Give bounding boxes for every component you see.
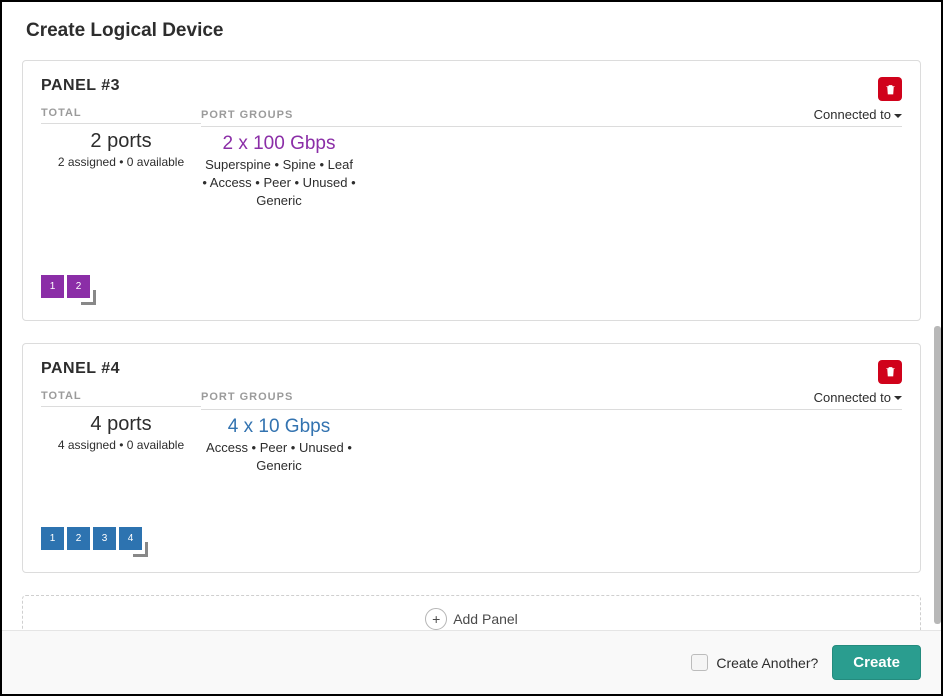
trash-icon — [884, 83, 897, 96]
ports-count: 2 ports — [41, 130, 201, 153]
port-cell[interactable]: 3 — [93, 527, 116, 550]
create-another-label: Create Another? — [716, 655, 818, 671]
create-another-checkbox[interactable] — [691, 654, 708, 671]
connected-to-label: Connected to — [814, 390, 891, 405]
modal-footer: Create Another? Create — [2, 630, 941, 694]
panel-card-3: PANEL #3 TOTAL 2 ports 2 assigned • 0 av… — [22, 60, 921, 321]
port-group-speed: 4 x 10 Gbps — [201, 416, 357, 438]
port-group-tags: Access • Peer • Unused • Generic — [201, 439, 357, 475]
port-groups-header: PORT GROUPS — [201, 391, 293, 403]
panel-card-4: PANEL #4 TOTAL 4 ports 4 assigned • 0 av… — [22, 343, 921, 573]
add-panel-button[interactable]: + Add Panel — [22, 595, 921, 630]
connected-to-dropdown[interactable]: Connected to — [814, 390, 902, 405]
caret-down-icon — [894, 396, 902, 400]
port-cell[interactable]: 2 — [67, 527, 90, 550]
modal-title: Create Logical Device — [26, 20, 917, 42]
total-header: TOTAL — [41, 390, 82, 402]
ports-assigned: 2 assigned • 0 available — [41, 155, 201, 169]
port-layout-row: 1 2 — [41, 275, 902, 298]
resize-handle-icon[interactable] — [145, 531, 159, 545]
panel-title: PANEL #4 — [41, 360, 120, 378]
plus-icon: + — [425, 608, 447, 630]
port-groups-header: PORT GROUPS — [201, 109, 293, 121]
connected-to-label: Connected to — [814, 107, 891, 122]
ports-count: 4 ports — [41, 413, 201, 436]
ports-assigned: 4 assigned • 0 available — [41, 438, 201, 452]
port-layout-row: 1 2 3 4 — [41, 527, 902, 550]
delete-panel-button[interactable] — [878, 360, 902, 384]
create-button[interactable]: Create — [832, 645, 921, 680]
connected-to-dropdown[interactable]: Connected to — [814, 107, 902, 122]
scrollbar[interactable] — [934, 326, 941, 624]
port-group-tags: Superspine • Spine • Leaf • Access • Pee… — [201, 156, 357, 211]
port-cell[interactable]: 1 — [41, 275, 64, 298]
modal-header: Create Logical Device — [2, 2, 941, 54]
port-cell[interactable]: 1 — [41, 527, 64, 550]
trash-icon — [884, 365, 897, 378]
panel-title: PANEL #3 — [41, 77, 120, 95]
port-group-speed: 2 x 100 Gbps — [201, 133, 357, 155]
add-panel-label: Add Panel — [453, 611, 518, 627]
delete-panel-button[interactable] — [878, 77, 902, 101]
resize-handle-icon[interactable] — [93, 279, 107, 293]
total-header: TOTAL — [41, 107, 82, 119]
modal-content: PANEL #3 TOTAL 2 ports 2 assigned • 0 av… — [2, 54, 941, 630]
caret-down-icon — [894, 114, 902, 118]
